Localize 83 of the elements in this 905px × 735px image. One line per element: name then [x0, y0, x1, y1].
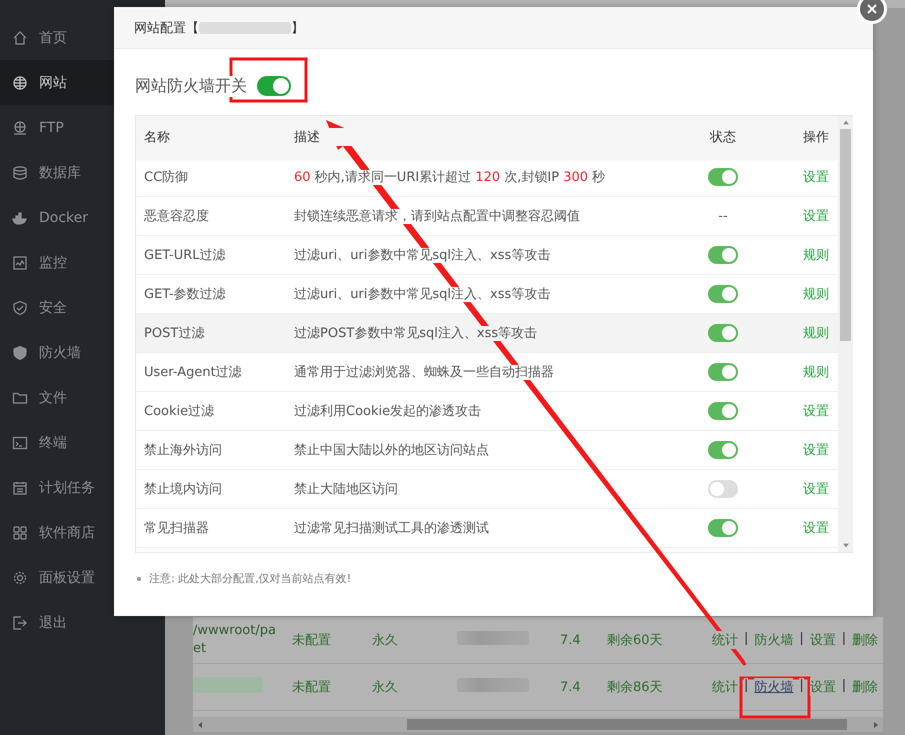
toggle-switch[interactable] — [708, 324, 738, 342]
toggle-switch[interactable] — [257, 76, 291, 96]
close-icon — [866, 3, 878, 15]
rule-name: CC防御 — [143, 169, 190, 186]
toggle-switch[interactable] — [708, 519, 738, 537]
wall-icon — [12, 344, 28, 360]
rule-description: 通常用于过滤浏览器、蜘蛛及一些自动扫描器 — [294, 365, 554, 380]
rule-name: User-Agent过滤 — [143, 364, 243, 381]
apps-icon — [12, 524, 28, 540]
rule-description: 过滤uri、uri参数中常见sql注入、xss等攻击 — [294, 287, 550, 302]
toggle-switch[interactable] — [708, 441, 738, 459]
term-icon — [12, 434, 28, 450]
vertical-scrollbar[interactable] — [838, 116, 853, 552]
action-link[interactable]: 防火墙 — [754, 678, 794, 696]
globe-icon — [12, 74, 28, 90]
ftp-icon — [12, 120, 28, 136]
table-cell: 永久 — [372, 680, 398, 695]
toggle-switch[interactable] — [708, 402, 738, 420]
rule-description: 过滤POST参数中常见sql注入、xss等攻击 — [294, 326, 538, 341]
dialog-title: 】 — [291, 20, 304, 36]
rule-name: GET-URL过滤 — [143, 247, 227, 264]
toggle-switch[interactable] — [708, 285, 738, 303]
home-icon — [12, 30, 28, 46]
shield-icon — [12, 300, 28, 316]
action-link[interactable]: 设置 — [803, 402, 829, 420]
table-cell: 剩余60天 — [607, 633, 663, 648]
action-link[interactable]: 设置 — [803, 441, 829, 459]
highlight-frame — [740, 676, 810, 718]
docker-icon — [12, 210, 28, 226]
action-link[interactable]: 统计 — [712, 631, 738, 649]
rule-name: POST过滤 — [143, 325, 206, 342]
toggle-switch[interactable] — [708, 246, 738, 264]
bullet-icon — [137, 576, 141, 580]
rule-description: 过滤uri、uri参数中常见sql注入、xss等攻击 — [294, 248, 550, 263]
switch-label: 网站防火墙开关 — [135, 76, 247, 96]
rule-description: 禁止中国大陆以外的地区访问站点 — [294, 443, 489, 458]
table-cell: 永久 — [372, 633, 398, 648]
toggle-switch[interactable] — [708, 168, 738, 186]
table-cell: 7.4 — [560, 680, 581, 694]
action-link[interactable]: 防火墙 — [754, 631, 794, 649]
exit-icon — [12, 614, 28, 630]
blurred-text — [457, 678, 529, 692]
rule-description: 过滤常见扫描测试工具的渗透测试 — [294, 521, 489, 536]
rule-name: 常见扫描器 — [143, 520, 210, 537]
blurred-text — [193, 677, 263, 693]
table-cell: 7.4 — [560, 632, 581, 648]
monitor-icon — [12, 254, 28, 270]
gear-icon — [12, 570, 28, 586]
action-link[interactable]: 设置 — [803, 519, 829, 537]
rule-description: 过滤利用Cookie发起的渗透攻击 — [294, 404, 482, 419]
action-link[interactable]: 统计 — [712, 678, 738, 696]
rule-description: 禁止大陆地区访问 — [294, 482, 398, 497]
rule-name: 禁止海外访问 — [143, 442, 223, 459]
action-link[interactable]: 规则 — [803, 246, 829, 264]
action-link[interactable]: 删除 — [852, 678, 878, 696]
status-text: -- — [718, 208, 728, 224]
table-cell: 未配置 — [292, 680, 331, 695]
action-link[interactable]: 删除 — [852, 631, 878, 649]
action-link[interactable]: 设置 — [810, 678, 836, 696]
toggle-switch[interactable] — [708, 363, 738, 381]
blurred-text — [457, 631, 529, 645]
horizontal-scrollbar[interactable] — [193, 717, 883, 732]
rule-name: GET-参数过滤 — [143, 286, 227, 303]
rule-name: 恶意容忍度 — [143, 208, 210, 225]
action-link[interactable]: 规则 — [803, 363, 829, 381]
table-cell: 剩余86天 — [607, 680, 663, 695]
sidebar-item[interactable]: 退出 — [0, 600, 165, 645]
note-text: 注意: 此处大部分配置,仅对当前站点有效! — [149, 571, 352, 586]
action-link[interactable]: 设置 — [803, 168, 829, 186]
dialog-title: 网站配置【 — [134, 20, 199, 36]
action-link[interactable]: 规则 — [803, 285, 829, 303]
rule-description: 60 秒内,请求同一URI累计超过 120 次,封锁IP 300 秒 — [294, 170, 606, 185]
site-path: /wwwroot/pa et — [193, 622, 277, 658]
table-cell: 未配置 — [292, 633, 331, 648]
action-link[interactable]: 规则 — [803, 324, 829, 342]
rule-name: Cookie过滤 — [143, 403, 216, 420]
rule-name: 禁止境内访问 — [143, 481, 223, 498]
rule-description: 封锁连续恶意请求，请到站点配置中调整容忍阈值 — [294, 209, 580, 224]
toggle-switch[interactable] — [708, 480, 738, 498]
cal-icon — [12, 480, 28, 496]
action-link[interactable]: 设置 — [803, 207, 829, 225]
db-icon — [12, 164, 28, 180]
action-link[interactable]: 设置 — [803, 480, 829, 498]
